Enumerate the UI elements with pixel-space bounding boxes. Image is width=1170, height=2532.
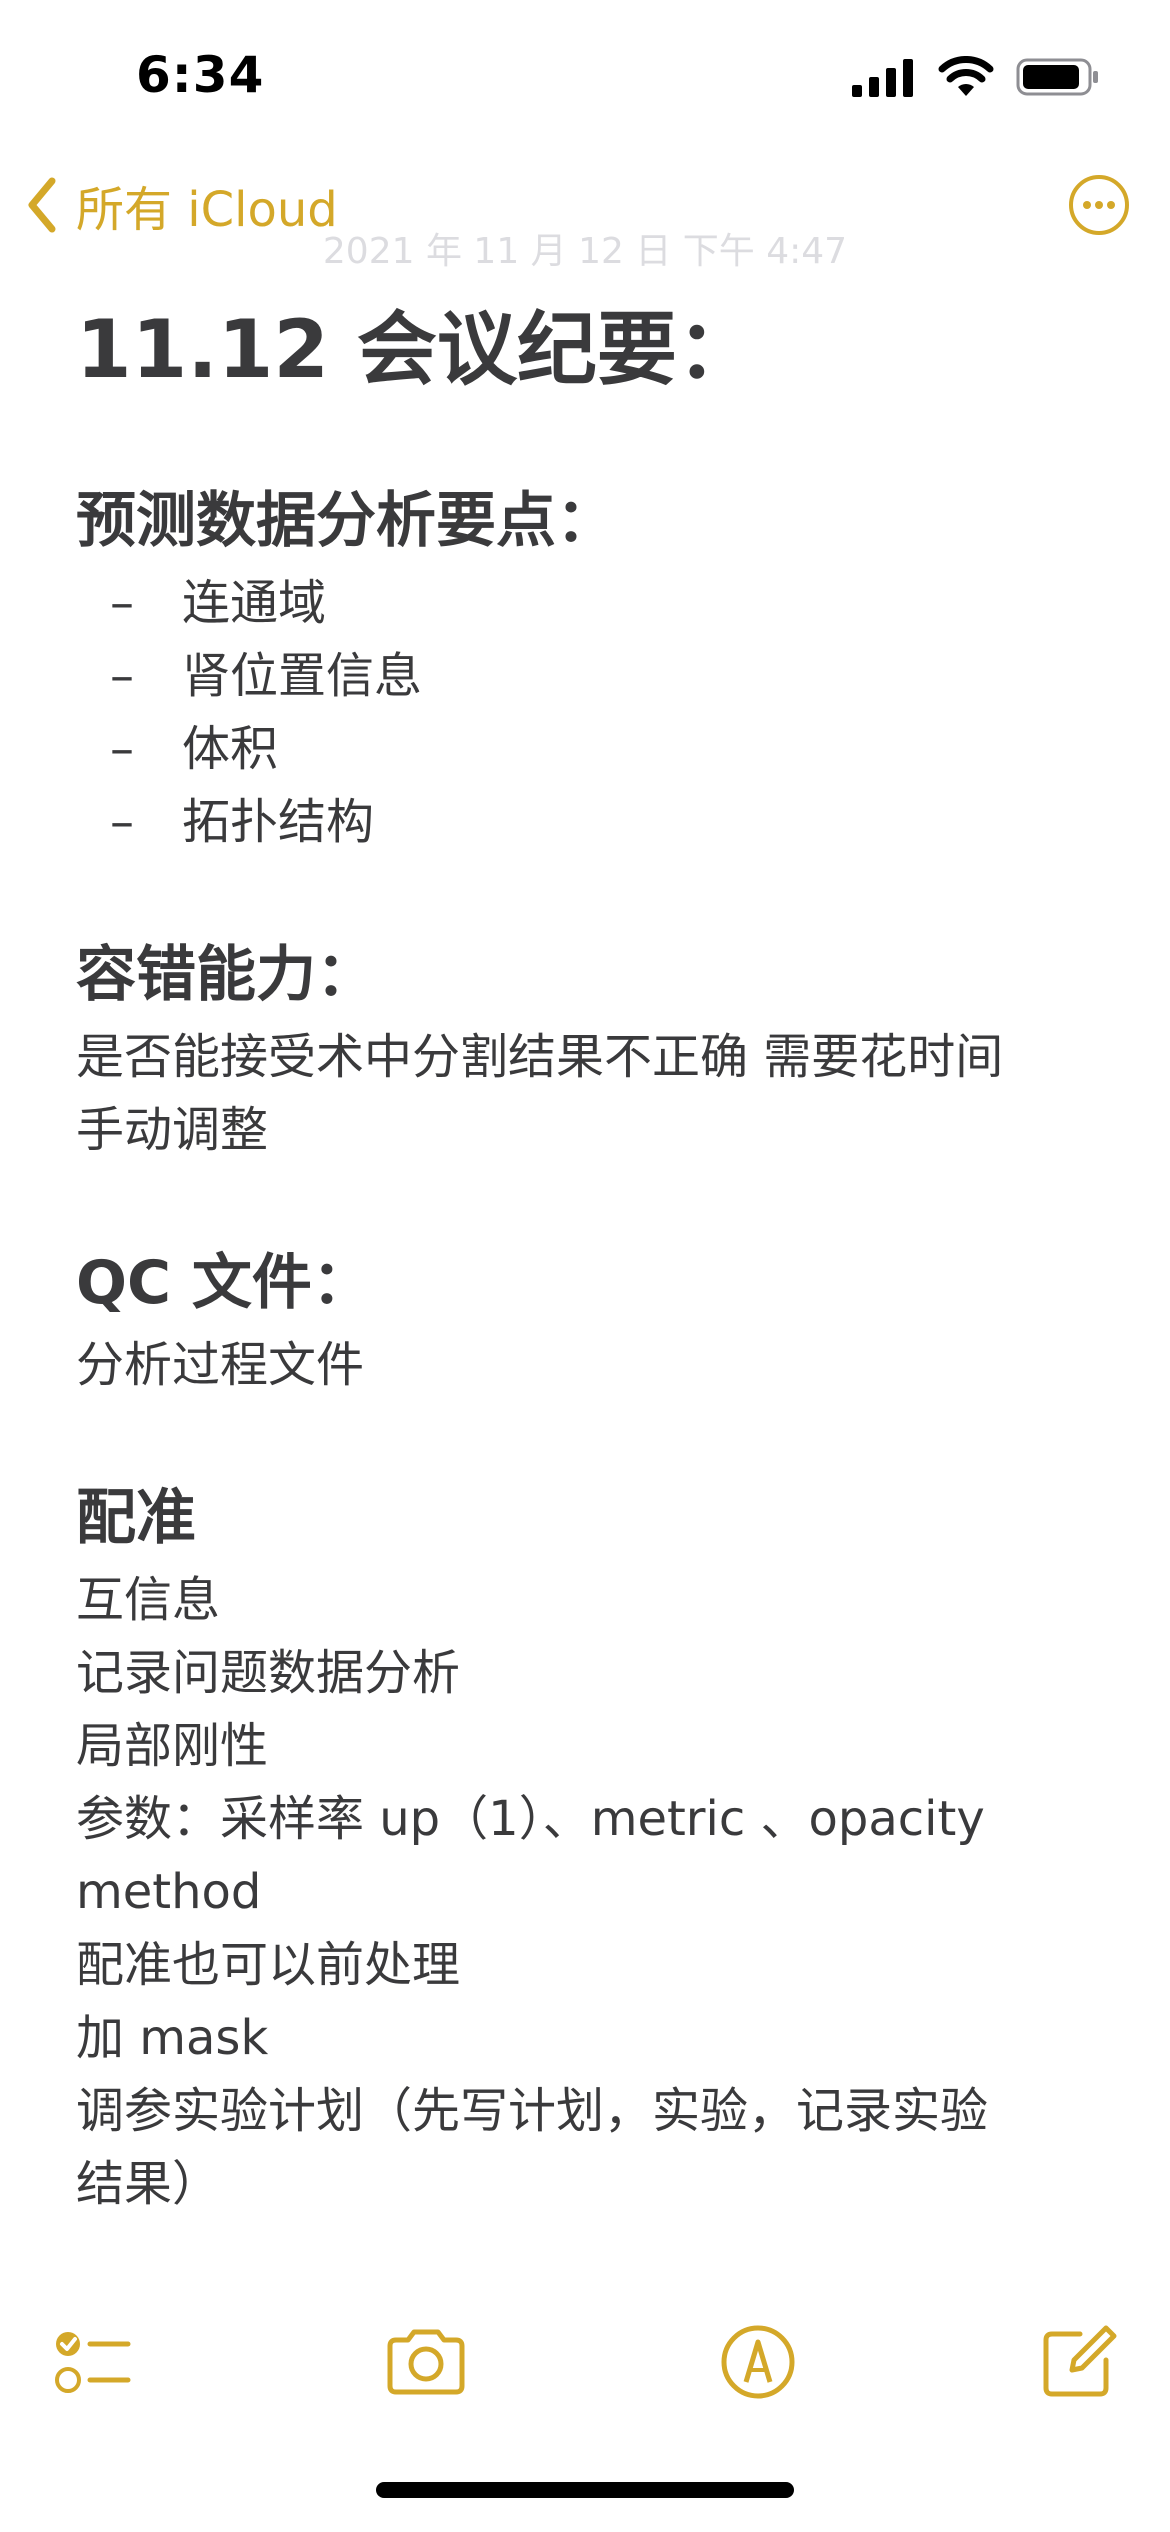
list-item: – 肾位置信息 xyxy=(76,640,1116,713)
more-button[interactable] xyxy=(1068,174,1130,236)
body-line: 调参实验计划（先写计划，实验，记录实验 xyxy=(76,2083,989,2139)
body-line: 局部刚性 xyxy=(76,1718,269,1774)
bullet-list: – 连通域 – 肾位置信息 – 体积 – 拓扑结构 xyxy=(76,567,1116,859)
section-heading: 配准 xyxy=(76,1483,196,1553)
body-line: 配准也可以前处理 xyxy=(76,1937,461,1993)
body-line: method xyxy=(76,1864,262,1920)
dash-bullet: – xyxy=(110,794,134,850)
home-indicator[interactable] xyxy=(376,2482,794,2498)
status-time: 6:34 xyxy=(136,46,265,104)
list-item-text: 连通域 xyxy=(182,575,327,631)
camera-button[interactable] xyxy=(384,2320,468,2404)
note-date: 2021 年 11 月 12 日 下午 4:47 xyxy=(322,231,848,272)
body-line: 记录问题数据分析 xyxy=(76,1645,461,1701)
body-line: 是否能接受术中分割结果不正确 需要花时间 xyxy=(76,1029,1004,1085)
list-item-text: 拓扑结构 xyxy=(182,794,375,850)
list-item: – 连通域 xyxy=(76,567,1116,640)
markup-button[interactable] xyxy=(716,2320,800,2404)
body-line: 结果） xyxy=(76,2156,221,2212)
section-heading: QC 文件： xyxy=(76,1248,372,1318)
body-line: 参数：采样率 up（1）、metric 、opacity xyxy=(76,1791,985,1847)
status-icons xyxy=(852,56,1100,98)
list-item: – 体积 xyxy=(76,713,1116,786)
note-title: 11.12 会议纪要： xyxy=(76,303,757,396)
list-item-text: 体积 xyxy=(182,721,279,777)
section-heading: 容错能力： xyxy=(76,940,376,1010)
checklist-button[interactable] xyxy=(50,2320,134,2404)
list-item: – 拓扑结构 xyxy=(76,786,1116,859)
section-qc-file: QC 文件： 分析过程文件 xyxy=(76,1241,1116,1402)
note-body[interactable]: 11.12 会议纪要： 预测数据分析要点： – 连通域 – 肾位置信息 – 体积 – 拓… xyxy=(76,295,1116,2221)
checklist-icon xyxy=(55,2332,131,2393)
section-heading: 预测数据分析要点： xyxy=(76,486,616,556)
status-bar: 6:34 xyxy=(0,0,1170,150)
cellular-signal-icon xyxy=(852,59,913,97)
body-line: 分析过程文件 xyxy=(76,1337,365,1393)
compose-button[interactable] xyxy=(1036,2320,1120,2404)
camera-icon xyxy=(387,2329,465,2395)
markup-pen-icon xyxy=(721,2325,795,2399)
dash-bullet: – xyxy=(110,575,134,631)
section-fault-tolerance: 容错能力： 是否能接受术中分割结果不正确 需要花时间 手动调整 xyxy=(76,933,1116,1167)
compose-icon xyxy=(1043,2325,1117,2397)
body-line: 手动调整 xyxy=(76,1102,269,1158)
battery-icon xyxy=(1016,58,1098,96)
body-line: 互信息 xyxy=(76,1572,221,1628)
dash-bullet: – xyxy=(110,721,134,777)
section-registration: 配准 互信息 记录问题数据分析 局部刚性 参数：采样率 up（1）、metric… xyxy=(76,1476,1116,2221)
wifi-icon xyxy=(938,56,994,96)
dash-bullet: – xyxy=(110,648,134,704)
body-line: 加 mask xyxy=(76,2010,269,2066)
list-item-text: 肾位置信息 xyxy=(182,648,423,704)
section-prediction-analysis: 预测数据分析要点： – 连通域 – 肾位置信息 – 体积 – 拓扑结构 xyxy=(76,479,1116,859)
ellipsis-circle-icon xyxy=(1069,175,1129,235)
